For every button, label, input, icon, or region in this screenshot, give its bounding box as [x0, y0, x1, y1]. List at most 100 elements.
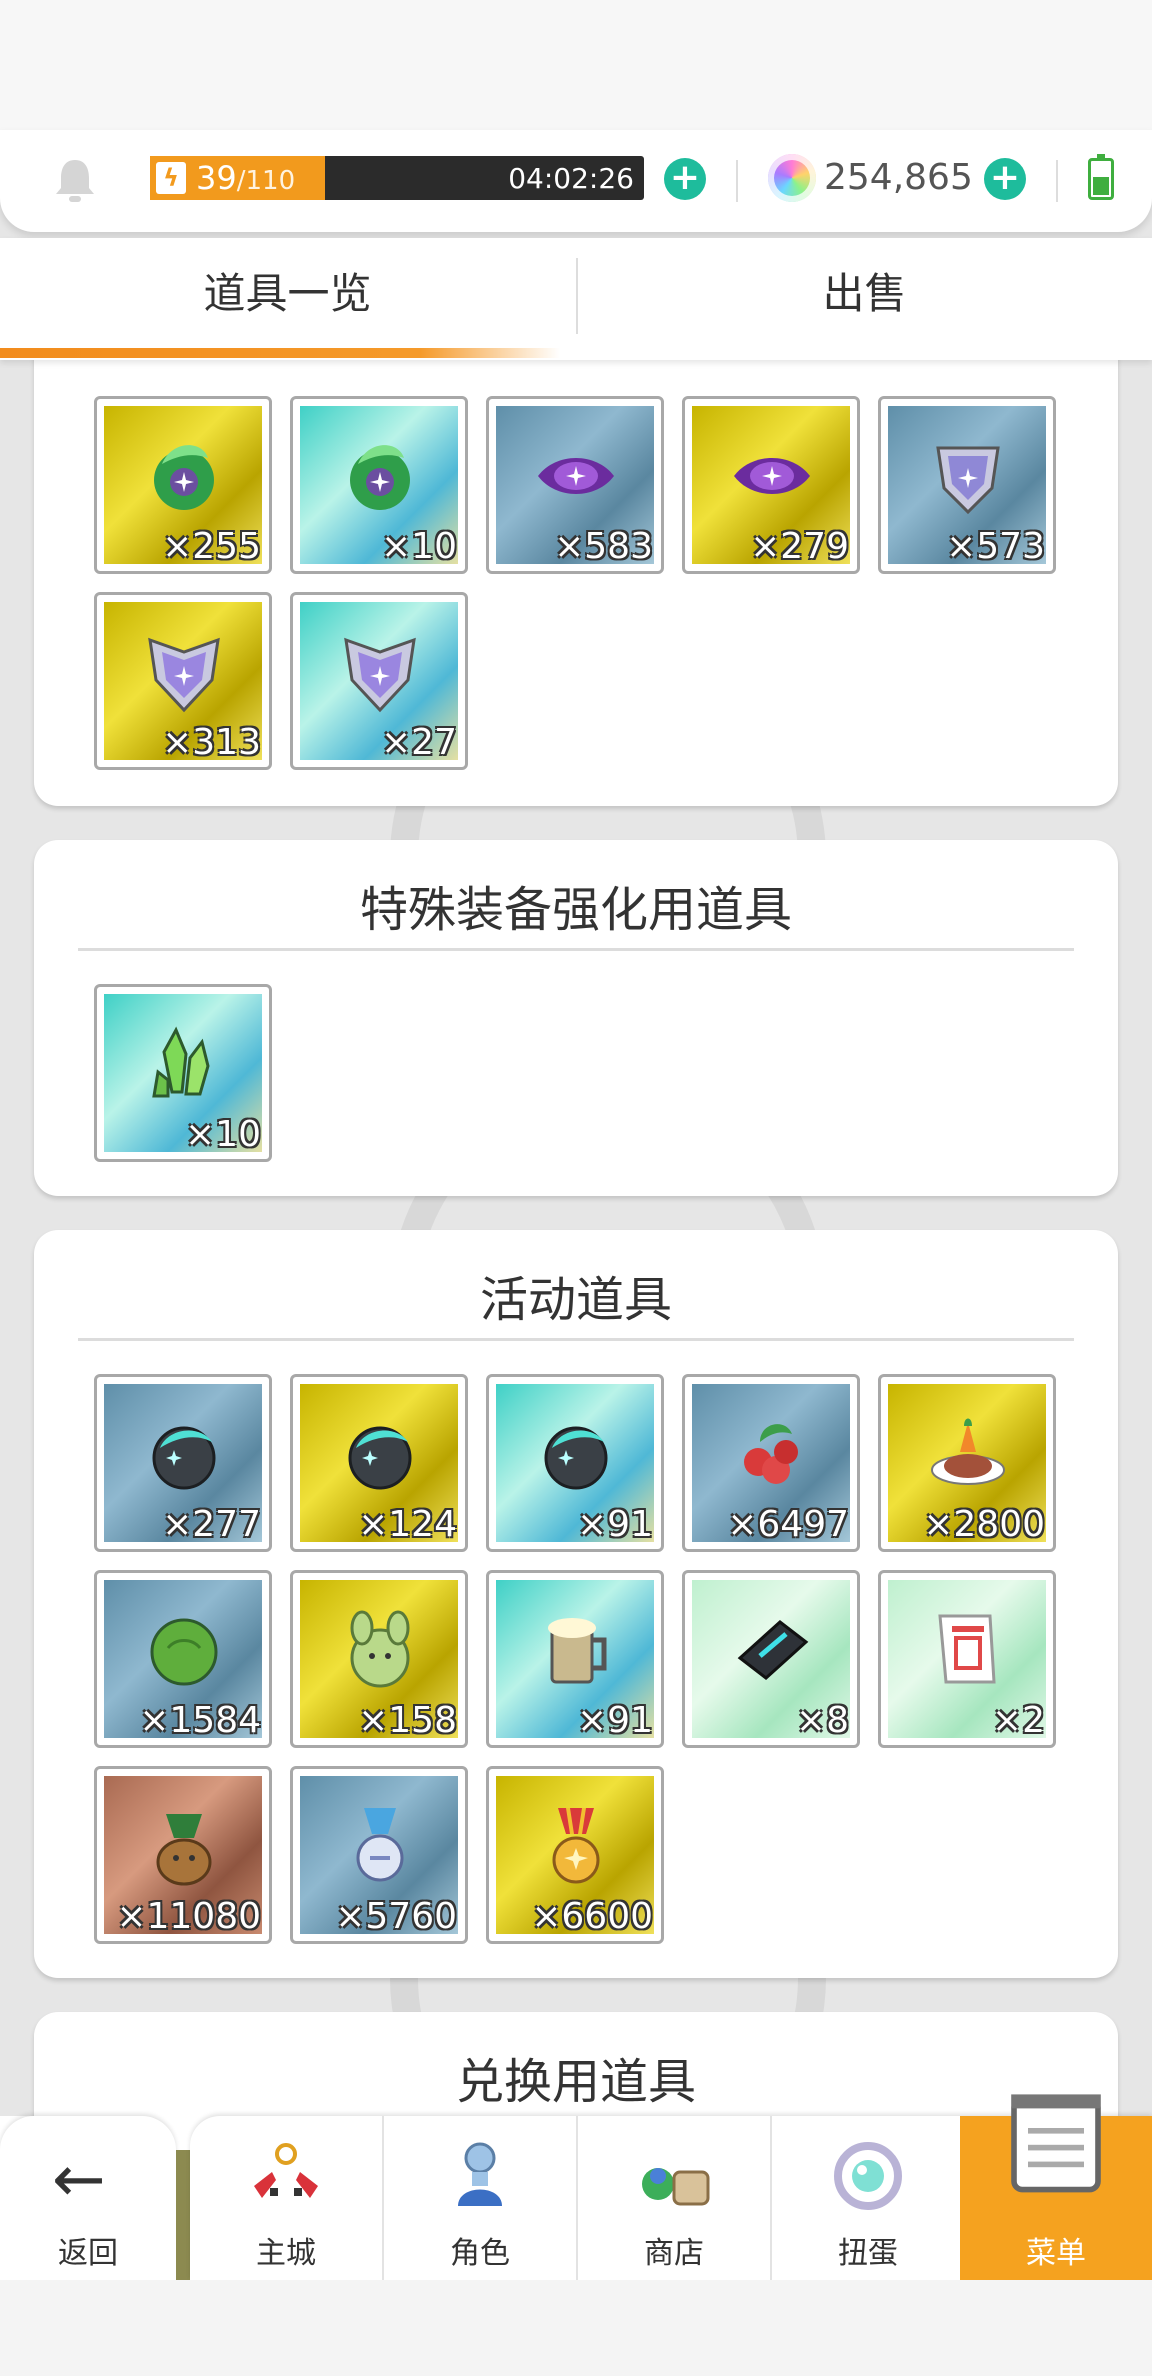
- lightning-icon: ϟ: [156, 162, 186, 194]
- item-count: ×158: [358, 1700, 457, 1741]
- item-count: ×313: [162, 722, 261, 763]
- tab-sell[interactable]: 出售: [577, 238, 1152, 352]
- dark-orb-icon: [544, 1426, 608, 1490]
- divider: [78, 948, 1074, 951]
- gacha-icon: [834, 2142, 902, 2210]
- back-label: 返回: [58, 2236, 118, 2271]
- add-stamina-button[interactable]: +: [664, 158, 706, 200]
- gem-count: 254,865: [824, 157, 973, 198]
- back-button[interactable]: ← 返回: [0, 2116, 176, 2280]
- item-count: ×5760: [335, 1896, 457, 1937]
- item-count: ×11080: [116, 1896, 261, 1937]
- item-slot[interactable]: ×1584: [94, 1570, 272, 1748]
- item-slot[interactable]: ×6497: [682, 1374, 860, 1552]
- status-bar: ϟ 39/110 04:02:26 + 254,865 +: [0, 130, 1152, 232]
- item-slot[interactable]: ×255: [94, 396, 272, 574]
- green-leaf-gem-icon: [154, 445, 214, 510]
- divider: [736, 160, 738, 202]
- back-arrow-icon: ←: [52, 2143, 106, 2217]
- item-slot[interactable]: ×124: [290, 1374, 468, 1552]
- item-slot[interactable]: ×583: [486, 396, 664, 574]
- item-slot[interactable]: ×2: [878, 1570, 1056, 1748]
- nav-gacha[interactable]: 扭蛋: [772, 2116, 964, 2280]
- rainbow-gem-icon: [768, 154, 816, 202]
- nav-label: 扭蛋: [838, 2236, 898, 2271]
- silver-shield-icon: [936, 446, 1000, 515]
- item-slot[interactable]: ×11080: [94, 1766, 272, 1944]
- item-count: ×10: [185, 1114, 261, 1155]
- red-berries-icon: [744, 1424, 798, 1484]
- nav-label: 角色: [450, 2236, 510, 2271]
- green-sprout-creature-icon: [350, 1610, 410, 1688]
- item-slot[interactable]: ×279: [682, 396, 860, 574]
- item-count: ×6600: [531, 1896, 653, 1937]
- green-leaf-gem-icon: [350, 445, 410, 510]
- bottom-nav: 主城 角色 商店 扭蛋 菜单: [190, 2094, 1152, 2280]
- nav-label: 主城: [256, 2236, 316, 2271]
- dark-orb-icon: [152, 1426, 216, 1490]
- item-count: ×255: [162, 526, 261, 567]
- item-slot[interactable]: ×313: [94, 592, 272, 770]
- item-count: ×10: [381, 526, 457, 567]
- star-shield-icon: [344, 637, 416, 713]
- red-scroll-icon: [938, 1614, 996, 1684]
- item-slot[interactable]: ×158: [290, 1570, 468, 1748]
- nav-label: 商店: [644, 2236, 704, 2271]
- decorative-strip: [176, 2150, 190, 2280]
- item-count: ×124: [358, 1504, 457, 1545]
- stamina-value: 39/110: [196, 159, 296, 197]
- item-slot[interactable]: ×573: [878, 396, 1056, 574]
- item-card-special: 特殊装备强化用道具 ×10: [34, 840, 1118, 1196]
- tab-item-list[interactable]: 道具一览: [0, 238, 575, 352]
- nav-shop[interactable]: 商店: [578, 2116, 770, 2280]
- dark-ticket-icon: [737, 1620, 809, 1680]
- item-slot[interactable]: ×91: [486, 1374, 664, 1552]
- red-medal-icon: [552, 1808, 600, 1884]
- item-slot[interactable]: ×5760: [290, 1766, 468, 1944]
- item-count: ×277: [162, 1504, 261, 1545]
- system-gesture-area: [0, 2280, 1152, 2376]
- item-slot[interactable]: ×10: [94, 984, 272, 1162]
- item-slot[interactable]: ×277: [94, 1374, 272, 1552]
- shop-icon: [642, 2168, 710, 2206]
- tab-bar: 道具一览 出售: [0, 238, 1152, 360]
- item-slot[interactable]: ×8: [682, 1570, 860, 1748]
- item-count: ×279: [750, 526, 849, 567]
- item-count: ×2: [991, 1700, 1045, 1741]
- character-icon: [458, 2142, 502, 2206]
- divider: [1056, 160, 1058, 202]
- menu-icon: [1011, 2094, 1101, 2193]
- item-slot[interactable]: ×27: [290, 592, 468, 770]
- add-gems-button[interactable]: +: [984, 158, 1026, 200]
- item-count: ×583: [554, 526, 653, 567]
- item-count: ×8: [795, 1700, 849, 1741]
- bell-icon[interactable]: [52, 156, 98, 206]
- nav-castle[interactable]: 主城: [190, 2116, 382, 2280]
- nav-menu[interactable]: 菜单: [960, 2094, 1152, 2280]
- section-title: 活动道具: [479, 1272, 672, 1328]
- purple-eye-gem-icon: [538, 458, 614, 494]
- stamina-bar: ϟ 39/110 04:02:26: [150, 156, 644, 200]
- dark-orb-icon: [348, 1426, 412, 1490]
- item-slot[interactable]: ×91: [486, 1570, 664, 1748]
- item-slot[interactable]: ×2800: [878, 1374, 1056, 1552]
- nav-character[interactable]: 角色: [384, 2116, 576, 2280]
- item-count: ×91: [577, 1700, 653, 1741]
- item-card-gems: ×255 ×10 ×583 ×279 ×573 ×313 ×27: [34, 320, 1118, 806]
- active-tab-indicator: [0, 348, 560, 358]
- star-shield-icon: [148, 637, 220, 713]
- item-count: ×27: [381, 722, 457, 763]
- section-title: 特殊装备强化用道具: [359, 882, 792, 938]
- purple-eye-gem-icon: [734, 458, 810, 494]
- stamina-timer: 04:02:26: [508, 162, 634, 195]
- green-cabbage-icon: [150, 1618, 218, 1686]
- green-crystal-icon: [152, 1026, 210, 1098]
- blue-medal-icon: [356, 1808, 404, 1882]
- item-count: ×6497: [727, 1504, 849, 1545]
- divider: [78, 1338, 1074, 1341]
- section-title: 兑换用道具: [455, 2054, 696, 2110]
- item-slot[interactable]: ×6600: [486, 1766, 664, 1944]
- beer-mug-icon: [548, 1618, 607, 1684]
- item-card-event: 活动道具 ×277 ×124 ×91 ×6497 ×2800 ×1584 ×158 ×91 ×8…: [34, 1230, 1118, 1978]
- item-slot[interactable]: ×10: [290, 396, 468, 574]
